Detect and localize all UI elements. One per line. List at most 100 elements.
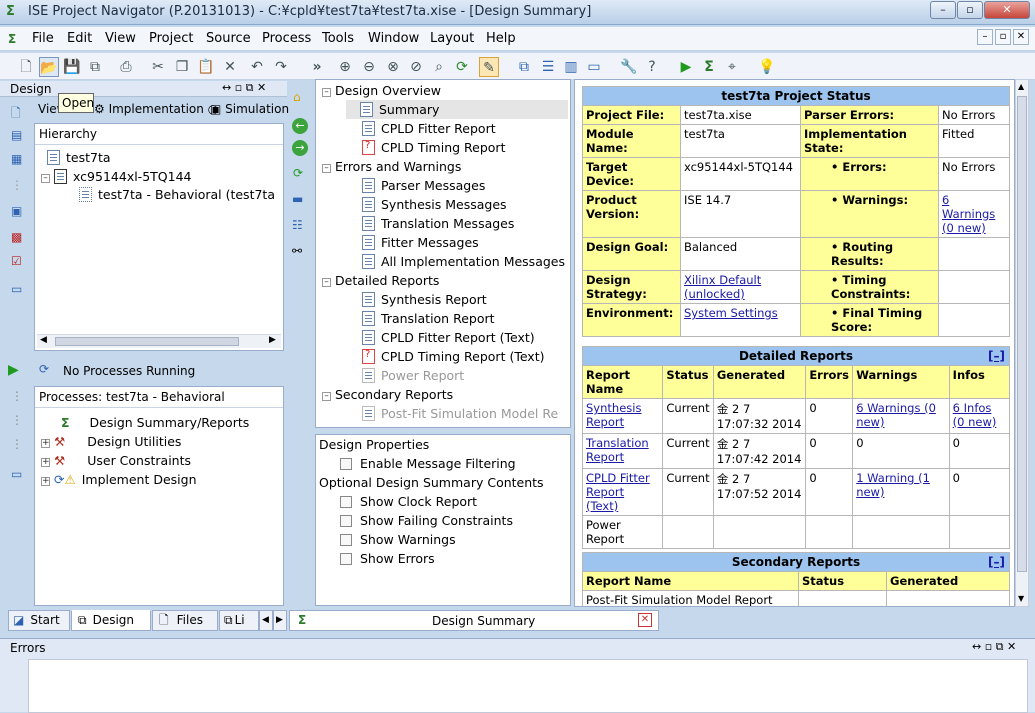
zoom-out-icon[interactable]: ⊖ — [359, 57, 379, 77]
tile-vertical-icon[interactable]: ▥ — [561, 57, 581, 77]
process-tree3-icon[interactable]: ⋮ — [11, 437, 23, 451]
menu-help[interactable]: Help — [486, 31, 516, 46]
zoom-select-icon[interactable]: ⊘ — [406, 57, 426, 77]
report-link[interactable]: 6 Warnings (0 new) — [856, 401, 936, 429]
report-vscrollbar[interactable]: ▲ ▼ — [1015, 79, 1029, 607]
nav-power-report[interactable]: Power Report — [362, 368, 464, 383]
save-all-icon[interactable]: ⧉ — [85, 57, 105, 77]
nav-all-implementation-messages[interactable]: All Implementation Messages — [362, 254, 568, 269]
menu-edit[interactable]: Edit — [67, 31, 92, 46]
zoom-fit-icon[interactable]: ⊗ — [383, 57, 403, 77]
cut-icon[interactable]: ✂ — [148, 57, 168, 77]
collapse-icon[interactable]: – — [322, 392, 331, 401]
nav-fitter-messages[interactable]: Fitter Messages — [362, 235, 479, 250]
scroll-up-icon[interactable]: ▲ — [1018, 82, 1024, 91]
tree-item-top-module[interactable]: test7ta - Behavioral (test7ta — [79, 187, 285, 202]
module-view-icon[interactable]: ▣ — [11, 204, 22, 218]
nav-synthesis-messages[interactable]: Synthesis Messages — [362, 197, 507, 212]
close-button[interactable]: ✕ — [984, 1, 1030, 19]
hierarchy-icon[interactable]: ⋮ — [11, 178, 23, 192]
refresh-summary-icon[interactable]: ⟳ — [293, 166, 303, 180]
checkbox-box[interactable] — [340, 534, 352, 546]
nav-cpld-timing-report-text[interactable]: CPLD Timing Report (Text) — [362, 349, 544, 364]
nav-translation-messages[interactable]: Translation Messages — [362, 216, 514, 231]
add-copy-icon[interactable]: ▦ — [11, 152, 22, 166]
status-link[interactable]: 6 Warnings (0 new) — [942, 193, 995, 235]
report-link[interactable]: Translation Report — [586, 436, 649, 464]
group-errors-warnings[interactable]: – Errors and Warnings — [322, 159, 461, 174]
menu-window[interactable]: Window — [368, 31, 419, 46]
process-design-summary[interactable]: Σ Design Summary/Reports — [61, 415, 249, 430]
close-tab-icon[interactable]: ✕ — [638, 613, 652, 627]
process-layout-icon[interactable]: ▭ — [11, 467, 22, 481]
nav-summary[interactable]: Summary — [346, 100, 568, 119]
back-arrow-icon[interactable]: ← — [292, 118, 308, 134]
menu-source[interactable]: Source — [206, 31, 251, 46]
help-query-icon[interactable]: ? — [642, 57, 662, 77]
run-icon[interactable]: ▶ — [676, 57, 696, 77]
scroll-right-icon[interactable]: ▶ — [269, 335, 276, 345]
process-tree-icon[interactable]: ⋮ — [11, 389, 23, 403]
new-icon[interactable]: 🗋 — [16, 57, 36, 77]
collapse-icon[interactable]: – — [322, 278, 331, 287]
nav-translation-report[interactable]: Translation Report — [362, 311, 495, 326]
nav-post-fit-simulation[interactable]: Post-Fit Simulation Model Re — [362, 406, 568, 421]
zoom-in-icon[interactable]: ⊕ — [335, 57, 355, 77]
menu-process[interactable]: Process — [262, 31, 311, 46]
panel-float-icon[interactable]: ↔ ▫ ⧉ ✕ — [222, 81, 266, 95]
process-tree2-icon[interactable]: ⋮ — [11, 413, 23, 427]
mdi-minimize-button[interactable]: – — [977, 29, 993, 45]
home-icon[interactable]: ⌂ — [293, 90, 301, 104]
show-failing-constraints-checkbox[interactable]: Show Failing Constraints — [340, 513, 513, 528]
checkbox-box[interactable] — [340, 496, 352, 508]
redo-icon[interactable]: ↷ — [271, 57, 291, 77]
tab-libraries[interactable]: ⧉ Li — [219, 610, 259, 631]
print-summary-icon[interactable]: ▬ — [292, 192, 303, 206]
status-link[interactable]: Xilinx Default (unlocked) — [684, 273, 761, 301]
tab-start[interactable]: ◪ Start — [8, 610, 70, 631]
undo-icon[interactable]: ↶ — [247, 57, 267, 77]
group-design-overview[interactable]: – Design Overview — [322, 83, 441, 98]
lightbulb-icon[interactable]: 💡 — [757, 57, 777, 77]
collapse-icon[interactable]: – — [322, 164, 331, 173]
layout-icon[interactable]: ▭ — [11, 282, 22, 296]
detailed-reports-collapse-link[interactable]: [–] — [988, 349, 1005, 363]
collapse-icon[interactable]: – — [322, 88, 331, 97]
status-link[interactable]: System Settings — [684, 306, 778, 320]
report-scroll-thumb[interactable] — [1017, 96, 1027, 572]
tabs-scroll-left[interactable]: ◀ — [259, 610, 273, 631]
properties-icon[interactable]: ▩ — [11, 230, 22, 244]
enable-message-filtering-checkbox[interactable]: Enable Message Filtering — [340, 456, 516, 471]
tree-item-device[interactable]: – xc95144xl-5TQ144 — [41, 169, 191, 184]
nav-synthesis-report[interactable]: Synthesis Report — [362, 292, 487, 307]
minimize-button[interactable]: – — [930, 1, 956, 19]
secondary-reports-collapse-link[interactable]: [–] — [988, 555, 1005, 569]
print-icon[interactable]: ⎙ — [116, 57, 136, 77]
tab-design-summary[interactable]: Σ Design Summary ✕ — [289, 610, 659, 631]
tab-design[interactable]: ⧉ Design — [71, 610, 151, 631]
process-implement-design[interactable]: + ⟳⚠ Implement Design — [41, 472, 197, 487]
checklist-icon[interactable]: ☷ — [292, 218, 303, 232]
group-secondary-reports[interactable]: – Secondary Reports — [322, 387, 453, 402]
forward-arrow-icon[interactable]: → — [292, 140, 308, 156]
window-icon[interactable]: ▭ — [584, 57, 604, 77]
nav-cpld-fitter-report[interactable]: CPLD Fitter Report — [362, 121, 496, 136]
paste-icon[interactable]: 📋 — [196, 57, 216, 77]
tree-item-project[interactable]: test7ta — [47, 150, 111, 165]
show-clock-report-checkbox[interactable]: Show Clock Report — [340, 494, 477, 509]
show-warnings-checkbox[interactable]: Show Warnings — [340, 532, 456, 547]
process-user-constraints[interactable]: + ⚒ User Constraints — [41, 453, 191, 468]
report-link[interactable]: CPLD Fitter Report (Text) — [586, 471, 650, 513]
open-icon[interactable]: 📂 — [39, 57, 59, 77]
delete-icon[interactable]: ✕ — [220, 57, 240, 77]
cascade-icon[interactable]: ⧉ — [514, 57, 534, 77]
tabs-scroll-right[interactable]: ▶ — [273, 610, 287, 631]
rerun-icon[interactable]: ⟳ — [39, 362, 49, 376]
new-source-icon[interactable]: 🗋 — [11, 104, 21, 125]
checkbox-box[interactable] — [340, 515, 352, 527]
tab-files[interactable]: 🗋 Files — [152, 610, 218, 631]
nav-cpld-fitter-report-text[interactable]: CPLD Fitter Report (Text) — [362, 330, 535, 345]
menu-layout[interactable]: Layout — [430, 31, 474, 46]
view-implementation-radio[interactable]: ⚙ Implementation ○ — [94, 102, 218, 116]
group-detailed-reports[interactable]: – Detailed Reports — [322, 273, 439, 288]
